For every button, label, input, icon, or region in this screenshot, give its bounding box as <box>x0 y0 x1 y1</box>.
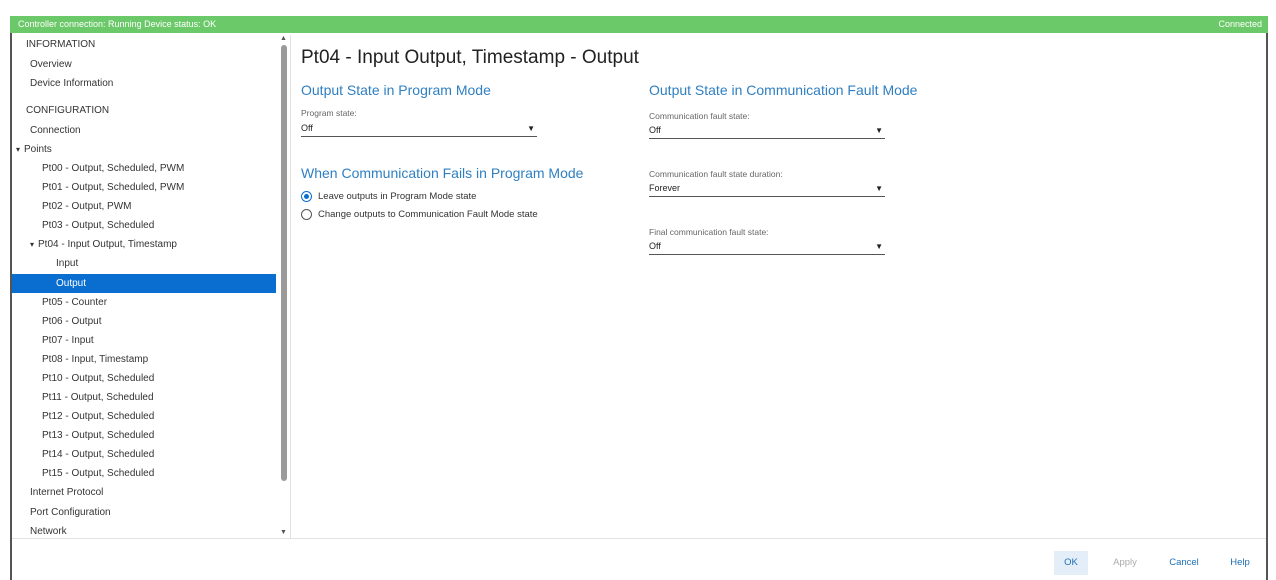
nav-item-pt05[interactable]: Pt05 - Counter <box>42 293 278 312</box>
radio-leave-outputs[interactable]: Leave outputs in Program Mode state <box>301 190 601 204</box>
nav-item-pt02[interactable]: Pt02 - Output, PWM <box>42 197 278 216</box>
nav-item-internet-protocol[interactable]: Internet Protocol <box>30 483 278 502</box>
window-top-frame <box>0 0 1276 8</box>
dropdown-value: Off <box>649 125 661 135</box>
radio-button-unchecked[interactable] <box>301 209 312 220</box>
nav-item-network[interactable]: Network <box>30 522 278 538</box>
nav-item-overview[interactable]: Overview <box>30 55 278 74</box>
ok-button[interactable]: OK <box>1054 551 1088 575</box>
nav-item-device-information[interactable]: Device Information <box>30 74 278 93</box>
nav-item-connection[interactable]: Connection <box>30 121 278 140</box>
content-pane: Pt04 - Input Output, Timestamp - Output … <box>291 35 1267 538</box>
help-button[interactable]: Help <box>1222 551 1258 575</box>
fault-duration-dropdown[interactable]: Forever ▼ <box>649 181 885 197</box>
apply-button[interactable]: Apply <box>1106 551 1144 575</box>
nav-item-pt15[interactable]: Pt15 - Output, Scheduled <box>42 464 278 483</box>
expand-chevron-icon[interactable]: ▾ <box>16 145 20 154</box>
page-title: Pt04 - Input Output, Timestamp - Output <box>301 47 639 68</box>
connected-indicator: Connected <box>1218 19 1262 29</box>
cancel-button[interactable]: Cancel <box>1164 551 1204 575</box>
nav-item-pt13[interactable]: Pt13 - Output, Scheduled <box>42 426 278 445</box>
scroll-down-arrow-icon[interactable]: ▼ <box>280 529 287 536</box>
nav-item-pt07[interactable]: Pt07 - Input <box>42 331 278 350</box>
nav-item-pt06[interactable]: Pt06 - Output <box>42 312 278 331</box>
radio-button-checked[interactable] <box>301 191 312 202</box>
sidebar-scrollbar[interactable]: ▲ ▼ <box>278 35 290 538</box>
scrollbar-thumb[interactable] <box>281 45 287 481</box>
nav-item-pt08[interactable]: Pt08 - Input, Timestamp <box>42 350 278 369</box>
nav-item-pt04-input[interactable]: Input <box>56 254 278 273</box>
chevron-down-icon: ▼ <box>527 124 535 133</box>
status-text: Controller connection: Running Device st… <box>18 19 217 29</box>
section-title-fault-mode: Output State in Communication Fault Mode <box>649 82 918 98</box>
final-fault-state-label: Final communication fault state: <box>649 227 769 237</box>
connection-status-bar: Controller connection: Running Device st… <box>10 16 1268 33</box>
radio-label: Change outputs to Communication Fault Mo… <box>318 209 538 220</box>
radio-change-outputs[interactable]: Change outputs to Communication Fault Mo… <box>301 208 601 222</box>
navigation-tree: INFORMATION Overview Device Information … <box>12 35 278 538</box>
expand-chevron-icon[interactable]: ▾ <box>30 240 34 249</box>
scroll-up-arrow-icon[interactable]: ▲ <box>280 35 287 42</box>
chevron-down-icon: ▼ <box>875 242 883 251</box>
section-heading-information: INFORMATION <box>26 39 96 50</box>
nav-item-pt12[interactable]: Pt12 - Output, Scheduled <box>42 407 278 426</box>
nav-item-pt00[interactable]: Pt00 - Output, Scheduled, PWM <box>42 159 278 178</box>
section-heading-configuration: CONFIGURATION <box>26 105 110 116</box>
nav-item-label: Points <box>24 144 52 155</box>
fault-duration-label: Communication fault state duration: <box>649 169 783 179</box>
final-fault-state-dropdown[interactable]: Off ▼ <box>649 239 885 255</box>
fault-state-dropdown[interactable]: Off ▼ <box>649 123 885 139</box>
dropdown-value: Off <box>301 123 313 133</box>
radio-label: Leave outputs in Program Mode state <box>318 191 477 202</box>
chevron-down-icon: ▼ <box>875 184 883 193</box>
nav-item-pt10[interactable]: Pt10 - Output, Scheduled <box>42 369 278 388</box>
dropdown-value: Forever <box>649 183 681 193</box>
nav-item-pt04[interactable]: ▾ Pt04 - Input Output, Timestamp <box>30 235 278 254</box>
nav-item-label: Pt04 - Input Output, Timestamp <box>38 239 177 250</box>
program-state-dropdown[interactable]: Off ▼ <box>301 121 537 137</box>
nav-item-pt14[interactable]: Pt14 - Output, Scheduled <box>42 445 278 464</box>
nav-item-pt03[interactable]: Pt03 - Output, Scheduled <box>42 216 278 235</box>
nav-item-points[interactable]: ▾ Points <box>16 140 278 159</box>
nav-item-pt04-output-selected[interactable]: Output <box>12 274 276 293</box>
dialog-footer: OK Apply Cancel Help <box>12 538 1266 580</box>
section-title-program-mode: Output State in Program Mode <box>301 82 491 98</box>
nav-item-pt11[interactable]: Pt11 - Output, Scheduled <box>42 388 278 407</box>
nav-item-port-configuration[interactable]: Port Configuration <box>30 503 278 522</box>
chevron-down-icon: ▼ <box>875 126 883 135</box>
dropdown-value: Off <box>649 241 661 251</box>
nav-item-pt01[interactable]: Pt01 - Output, Scheduled, PWM <box>42 178 278 197</box>
fault-state-label: Communication fault state: <box>649 111 750 121</box>
program-state-label: Program state: <box>301 108 357 118</box>
section-title-comm-fails: When Communication Fails in Program Mode <box>301 165 584 181</box>
